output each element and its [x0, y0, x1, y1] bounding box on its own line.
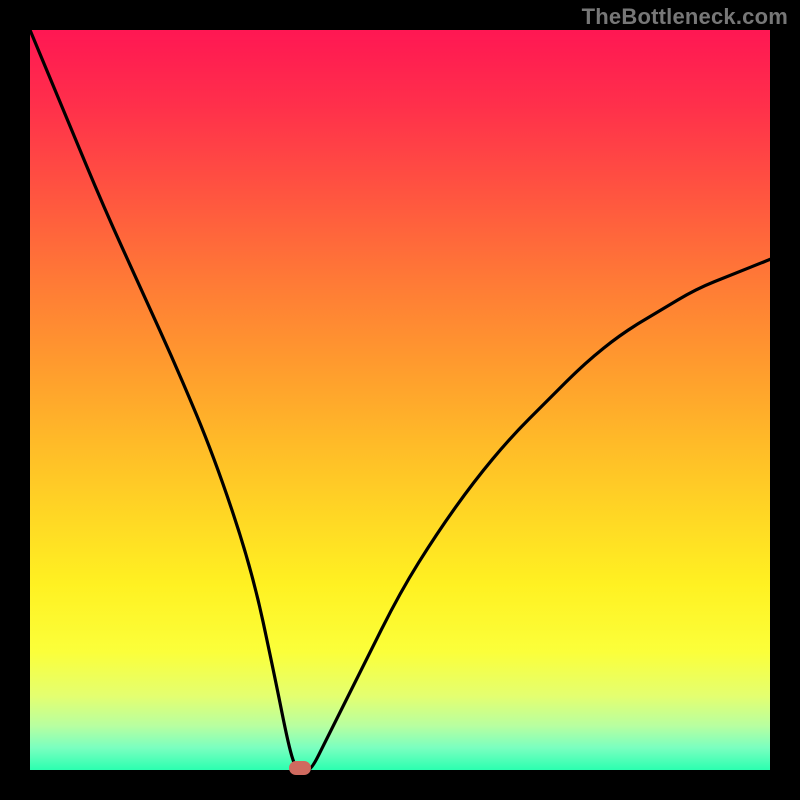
watermark-text: TheBottleneck.com: [582, 4, 788, 30]
chart-frame: TheBottleneck.com: [0, 0, 800, 800]
plot-area: [30, 30, 770, 770]
optimal-marker: [289, 761, 311, 775]
bottleneck-curve: [30, 30, 770, 770]
